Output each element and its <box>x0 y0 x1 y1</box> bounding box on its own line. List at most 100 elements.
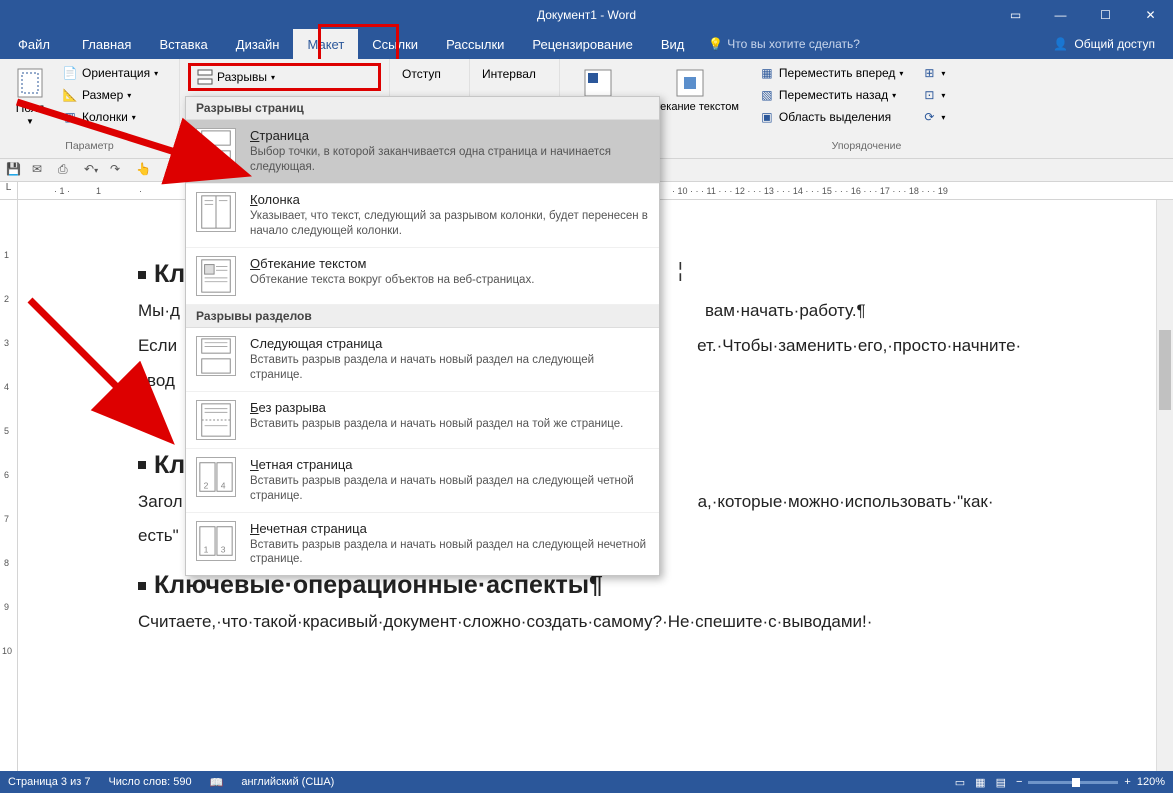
size-icon: 📐 <box>62 87 78 103</box>
selection-pane-icon: ▣ <box>759 109 775 125</box>
tab-file[interactable]: Файл <box>0 29 68 59</box>
formatting-mark: ¦ <box>678 260 683 283</box>
bring-forward-label: Переместить вперед <box>779 66 895 80</box>
tab-home[interactable]: Главная <box>68 29 145 59</box>
share-button[interactable]: 👤 Общий доступ <box>1043 29 1165 59</box>
tab-layout[interactable]: Макет <box>293 29 358 59</box>
menu-item-title: Без разрыва <box>250 400 649 415</box>
menu-item-desc: Вставить разрыв раздела и начать новый р… <box>250 353 649 383</box>
scrollbar-thumb[interactable] <box>1159 330 1171 410</box>
continuous-icon <box>196 400 236 440</box>
breaks-button[interactable]: Разрывы▾ <box>188 63 381 91</box>
status-page[interactable]: Страница 3 из 7 <box>8 776 90 788</box>
page-break-icon <box>196 128 236 168</box>
share-icon: 👤 <box>1053 37 1068 51</box>
web-layout-icon[interactable]: ▤ <box>996 776 1006 789</box>
zoom-out-button[interactable]: − <box>1016 776 1022 788</box>
interval-label: Интервал <box>478 63 551 85</box>
selection-pane-label: Область выделения <box>779 110 891 124</box>
menu-item-next-page[interactable]: Следующая страница Вставить разрыв разде… <box>186 328 659 392</box>
zoom-in-button[interactable]: + <box>1124 776 1130 788</box>
menu-item-title: Страница <box>250 128 649 143</box>
heading-bullet <box>138 582 146 590</box>
menu-item-continuous[interactable]: Без разрыва Вставить разрыв раздела и на… <box>186 392 659 449</box>
group-icon: ⊡ <box>921 87 937 103</box>
columns-label: Колонки <box>82 110 128 124</box>
bring-forward-icon: ▦ <box>759 65 775 81</box>
vertical-scrollbar[interactable] <box>1156 200 1173 771</box>
share-label: Общий доступ <box>1074 37 1155 51</box>
menu-item-desc: Вставить разрыв раздела и начать новый р… <box>250 538 649 568</box>
tab-insert[interactable]: Вставка <box>145 29 221 59</box>
menu-item-even-page[interactable]: 24 Четная страница Вставить разрыв разде… <box>186 449 659 513</box>
tab-review[interactable]: Рецензирование <box>518 29 646 59</box>
text-wrapping-icon <box>196 256 236 296</box>
lightbulb-icon: 💡 <box>708 37 723 51</box>
tell-me-label: Что вы хотите сделать? <box>727 37 860 51</box>
minimize-button[interactable]: — <box>1038 0 1083 29</box>
margins-icon <box>14 67 46 99</box>
quick-print-icon[interactable]: ⎙ <box>58 162 74 178</box>
tab-design[interactable]: Дизайн <box>222 29 294 59</box>
send-backward-label: Переместить назад <box>779 88 888 102</box>
tab-mailings[interactable]: Рассылки <box>432 29 518 59</box>
size-label: Размер <box>82 88 123 102</box>
close-button[interactable]: ✕ <box>1128 0 1173 29</box>
orientation-button[interactable]: 📄Ориентация▾ <box>58 63 162 83</box>
vertical-ruler[interactable]: 1 2 3 4 5 6 7 8 9 10 <box>0 200 18 771</box>
svg-text:4: 4 <box>221 480 226 490</box>
size-button[interactable]: 📐Размер▾ <box>58 85 162 105</box>
status-word-count[interactable]: Число слов: 590 <box>108 776 191 788</box>
undo-icon[interactable]: ↶▾ <box>84 162 100 178</box>
heading-bullet <box>138 461 146 469</box>
indent-label: Отступ <box>398 63 461 85</box>
tab-references[interactable]: Ссылки <box>358 29 432 59</box>
menu-item-text-wrapping-break[interactable]: Обтекание текстом Обтекание текста вокру… <box>186 248 659 305</box>
selection-pane-button[interactable]: ▣ Область выделения <box>755 107 908 127</box>
align-button[interactable]: ⊞▾ <box>917 63 949 83</box>
send-backward-icon: ▧ <box>759 87 775 103</box>
redo-icon[interactable]: ↷ <box>110 162 126 178</box>
zoom-slider[interactable] <box>1028 781 1118 784</box>
ribbon-tabs: Файл Главная Вставка Дизайн Макет Ссылки… <box>0 29 1173 59</box>
ribbon-display-options-icon[interactable]: ▭ <box>993 0 1038 29</box>
status-language[interactable]: английский (США) <box>241 776 334 788</box>
menu-item-page-break[interactable]: Страница Выбор точки, в которой заканчив… <box>186 120 659 184</box>
margins-button[interactable]: Поля ▼ <box>8 63 52 130</box>
print-layout-icon[interactable]: ▦ <box>975 776 985 789</box>
ruler-corner: L <box>0 182 18 199</box>
bring-forward-button[interactable]: ▦Переместить вперед▾ <box>755 63 908 83</box>
rotate-icon: ⟳ <box>921 109 937 125</box>
tab-view[interactable]: Вид <box>647 29 699 59</box>
breaks-dropdown: Разрывы страниц Страница Выбор точки, в … <box>185 96 660 576</box>
columns-button[interactable]: ▥Колонки▾ <box>58 107 162 127</box>
svg-text:2: 2 <box>204 480 209 490</box>
zoom-slider-thumb[interactable] <box>1072 778 1080 787</box>
email-icon[interactable]: ✉ <box>32 162 48 178</box>
maximize-button[interactable]: ☐ <box>1083 0 1128 29</box>
breaks-icon <box>197 69 213 85</box>
menu-item-desc: Выбор точки, в которой заканчивается одн… <box>250 145 649 175</box>
rotate-button[interactable]: ⟳▾ <box>917 107 949 127</box>
save-icon[interactable]: 💾 <box>6 162 22 178</box>
zoom-level[interactable]: 120% <box>1137 776 1165 788</box>
menu-item-desc: Указывает, что текст, следующий за разры… <box>250 209 649 239</box>
title-bar: Документ1 - Word ▭ — ☐ ✕ <box>0 0 1173 29</box>
tell-me-search[interactable]: 💡 Что вы хотите сделать? <box>708 37 860 51</box>
heading-bullet <box>138 271 146 279</box>
position-icon <box>582 67 614 99</box>
menu-item-odd-page[interactable]: 13 Нечетная страница Вставить разрыв раз… <box>186 513 659 576</box>
align-icon: ⊞ <box>921 65 937 81</box>
breaks-label: Разрывы <box>217 70 267 84</box>
group-button[interactable]: ⊡▾ <box>917 85 949 105</box>
menu-item-desc: Обтекание текста вокруг объектов на веб-… <box>250 273 649 288</box>
menu-item-title: Нечетная страница <box>250 521 649 536</box>
touch-mode-icon[interactable]: 👆▾ <box>136 162 152 178</box>
read-mode-icon[interactable]: ▭ <box>955 776 965 789</box>
send-backward-button[interactable]: ▧Переместить назад▾ <box>755 85 908 105</box>
menu-item-column-break[interactable]: Колонка Указывает, что текст, следующий … <box>186 184 659 248</box>
spell-check-icon[interactable]: 📖 <box>210 776 224 789</box>
dropdown-header-section-breaks: Разрывы разделов <box>186 305 659 328</box>
columns-icon: ▥ <box>62 109 78 125</box>
svg-text:3: 3 <box>221 544 226 554</box>
